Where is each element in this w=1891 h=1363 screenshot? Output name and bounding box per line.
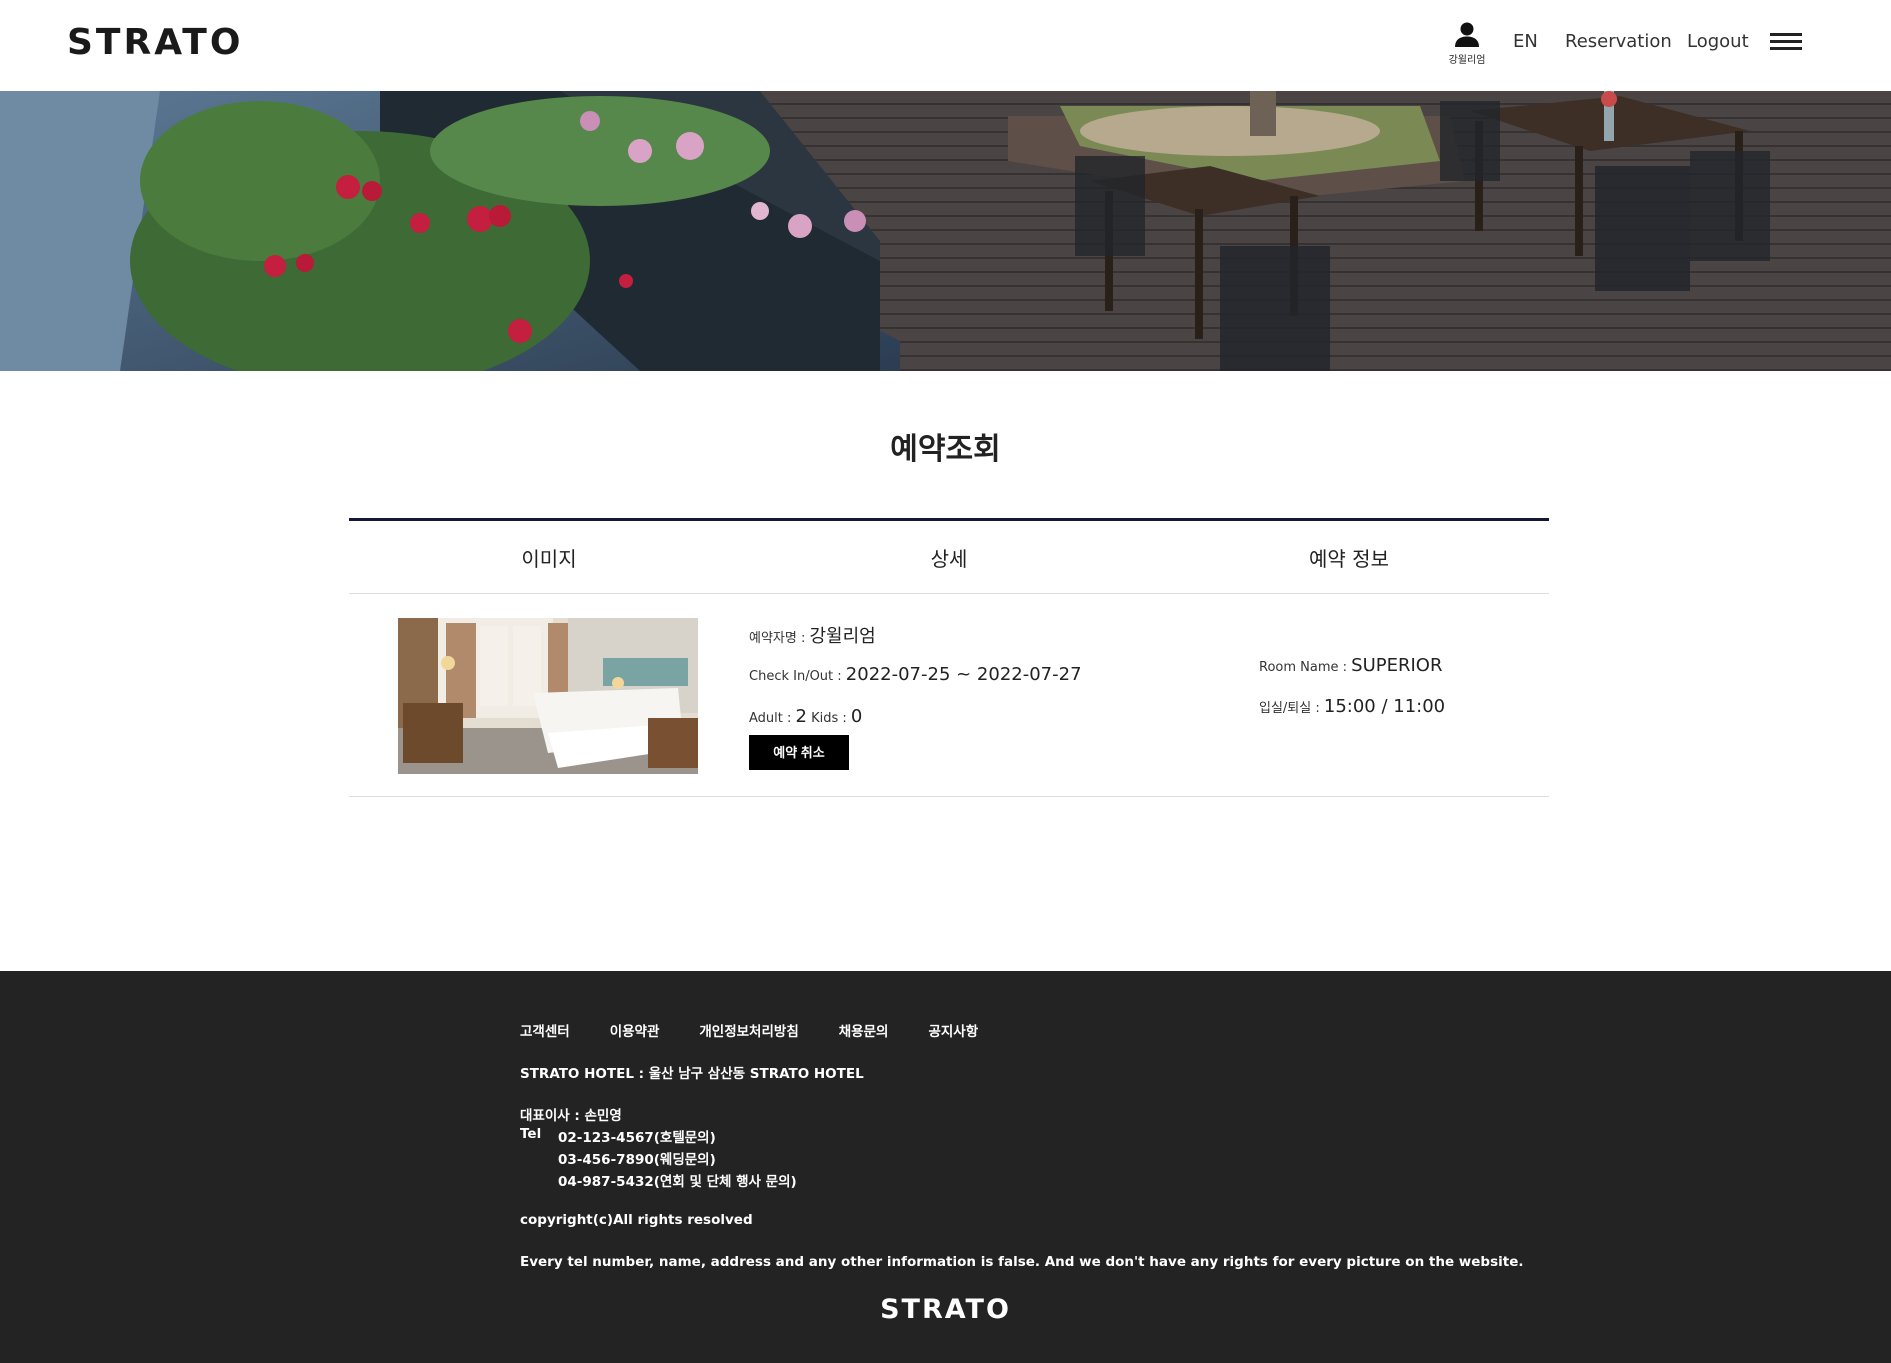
footer-ceo: 대표이사 : 손민영: [520, 1108, 622, 1124]
table-row: 예약자명 : 강윌리엄 Check In/Out : 2022-07-25 ~ …: [349, 594, 1549, 797]
check-in-out-label: Check In/Out :: [749, 669, 846, 684]
menu-icon-bar: [1770, 40, 1802, 43]
room-name-value: SUPERIOR: [1351, 655, 1443, 676]
footer-link-notice[interactable]: 공지사항: [928, 1020, 978, 1040]
footer-tel-banquet: 04-987-5432(연회 및 단체 행사 문의): [558, 1174, 797, 1190]
footer-link-careers[interactable]: 채용문의: [839, 1020, 889, 1040]
site-footer: 고객센터 이용약관 개인정보처리방침 채용문의 공지사항 STRATO HOTE…: [0, 971, 1891, 1363]
logout-link[interactable]: Logout: [1687, 30, 1749, 54]
footer-link-customer-center[interactable]: 고객센터: [520, 1020, 570, 1040]
footer-links: 고객센터 이용약관 개인정보처리방침 채용문의 공지사항: [520, 1020, 1018, 1040]
user-menu[interactable]: 강윌리엄: [1438, 20, 1496, 66]
guest-name-line: 예약자명 : 강윌리엄: [749, 622, 876, 648]
footer-copyright: copyright(c)All rights resolved: [520, 1212, 753, 1228]
footer-link-privacy[interactable]: 개인정보처리방침: [699, 1020, 798, 1040]
guest-name-value: 강윌리엄: [809, 626, 876, 647]
column-header-detail: 상세: [930, 546, 968, 571]
adult-value: 2: [795, 706, 807, 727]
footer-tel-label: Tel: [520, 1126, 542, 1142]
room-name-line: Room Name : SUPERIOR: [1259, 655, 1442, 676]
site-header: STRATO 강윌리엄 EN Reservation Logout: [0, 0, 1891, 91]
menu-icon-bar: [1770, 47, 1802, 50]
hero-banner-image: [0, 91, 1891, 371]
page-title: 예약조회: [890, 432, 1001, 467]
check-in-out-line: Check In/Out : 2022-07-25 ~ 2022-07-27: [749, 664, 1082, 685]
menu-icon-bar: [1770, 33, 1802, 36]
menu-icon[interactable]: [1770, 33, 1802, 53]
table-header: 이미지 상세 예약 정보: [349, 521, 1549, 594]
footer-disclaimer: Every tel number, name, address and any …: [520, 1254, 1524, 1270]
guest-count-line: Adult : 2 Kids : 0: [749, 706, 862, 727]
kids-label: Kids :: [806, 711, 851, 726]
adult-label: Adult :: [749, 711, 796, 726]
room-image: [398, 618, 698, 774]
user-name: 강윌리엄: [1448, 55, 1486, 66]
reservation-link[interactable]: Reservation: [1565, 30, 1672, 54]
footer-tel-hotel: 02-123-4567(호텔문의): [558, 1130, 716, 1146]
room-name-label: Room Name :: [1259, 660, 1352, 675]
user-icon: [1455, 22, 1479, 47]
check-time-value: 15:00 / 11:00: [1323, 696, 1446, 717]
footer-link-terms[interactable]: 이용약관: [610, 1020, 660, 1040]
kids-value: 0: [850, 706, 863, 727]
column-header-reservation-info: 예약 정보: [1309, 546, 1389, 571]
site-logo[interactable]: STRATO: [67, 22, 243, 64]
check-time-line: 입실/퇴실 : 15:00 / 11:00: [1259, 696, 1445, 717]
guest-name-label: 예약자명 :: [749, 631, 810, 646]
footer-logo: STRATO: [880, 1294, 1011, 1325]
footer-hotel-address: STRATO HOTEL : 울산 남구 삼산동 STRATO HOTEL: [520, 1066, 864, 1082]
cancel-reservation-button[interactable]: 예약 취소: [749, 735, 849, 770]
check-in-out-value: 2022-07-25 ~ 2022-07-27: [845, 664, 1082, 685]
reservation-table: 이미지 상세 예약 정보 예약자명: 강윌리엄 Check In/Out: …: [349, 518, 1549, 797]
language-link[interactable]: EN: [1513, 30, 1538, 54]
footer-tel-wedding: 03-456-7890(웨딩문의): [558, 1152, 716, 1168]
column-header-image: 이미지: [521, 546, 577, 571]
check-time-label: 입실/퇴실 :: [1259, 701, 1324, 716]
